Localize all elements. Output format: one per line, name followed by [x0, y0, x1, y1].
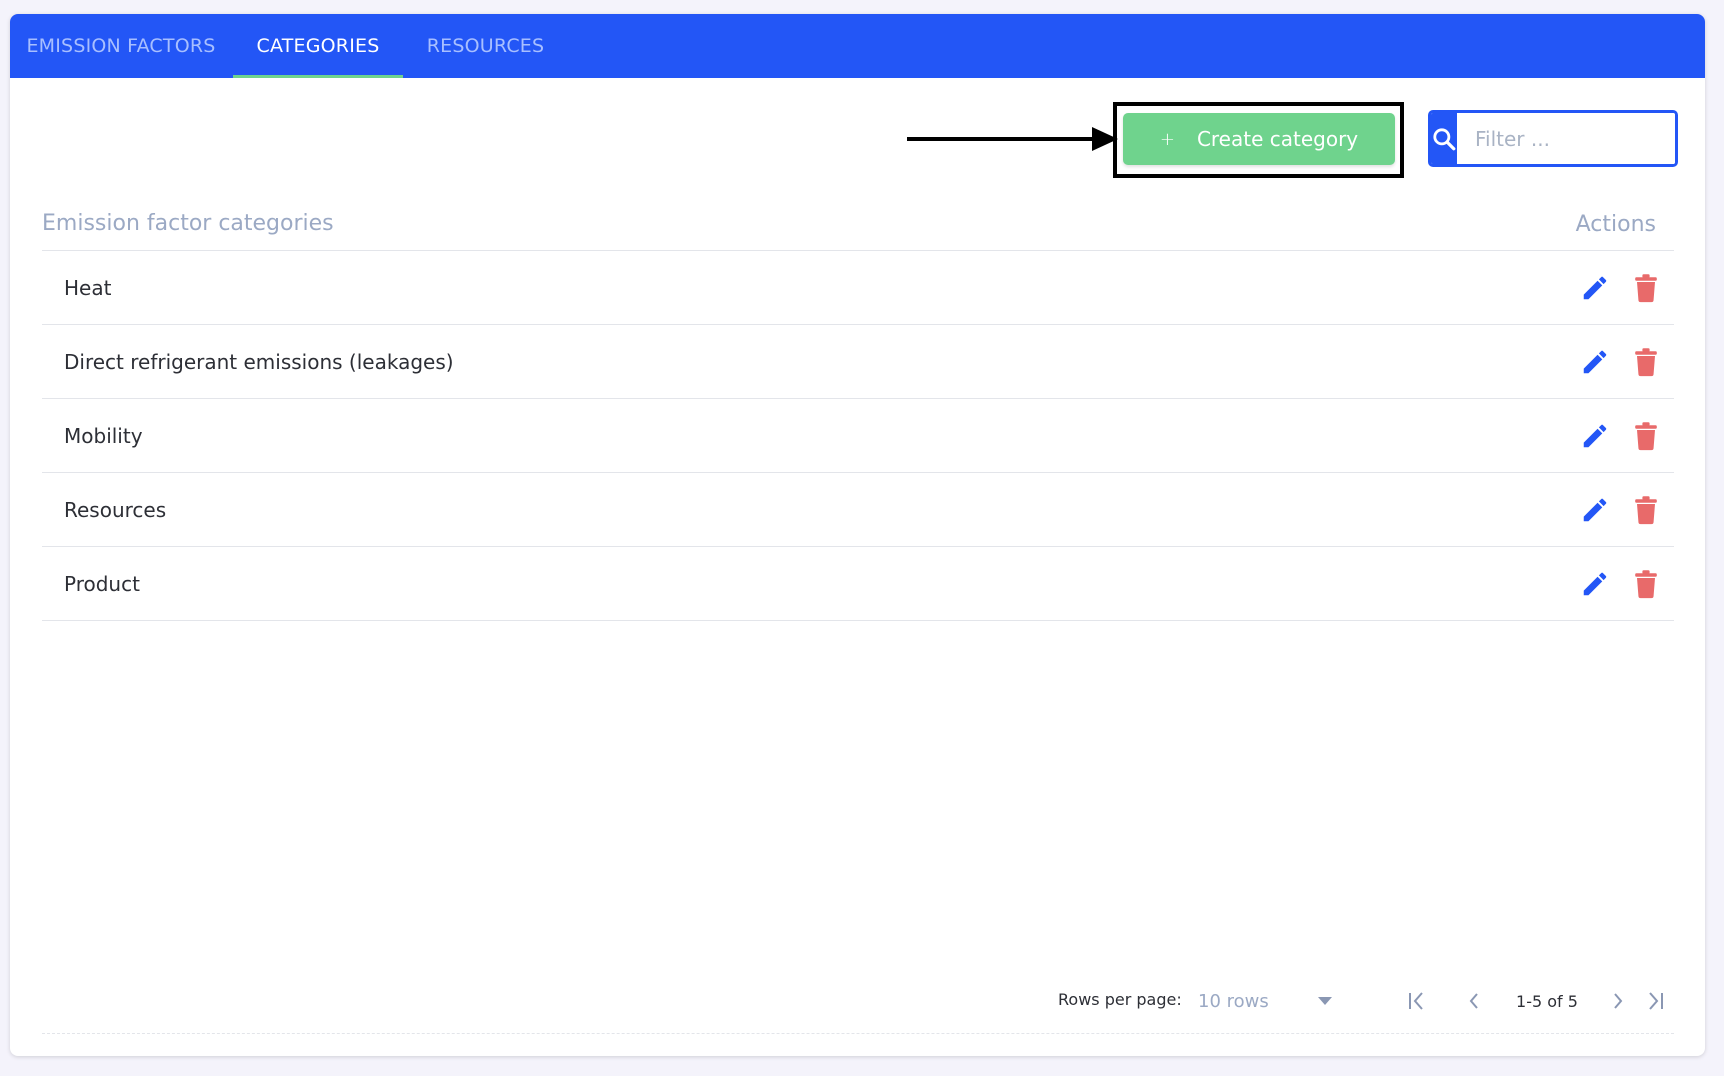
plus-icon: + [1159, 128, 1175, 150]
filter-input[interactable] [1457, 113, 1675, 164]
trash-icon[interactable] [1634, 347, 1658, 377]
edit-icon[interactable] [1580, 273, 1610, 303]
main-card: EMISSION FACTORS CATEGORIES RESOURCES + … [10, 14, 1705, 1056]
rows-per-page-value: 10 rows [1198, 990, 1269, 1012]
edit-icon[interactable] [1580, 495, 1610, 525]
trash-icon[interactable] [1634, 273, 1658, 303]
search-icon[interactable] [1431, 113, 1457, 164]
previous-page-icon[interactable] [1461, 986, 1487, 1016]
rows-per-page-select[interactable]: 10 rows [1198, 986, 1338, 1016]
annotation-arrow-line [907, 137, 1097, 141]
edit-icon[interactable] [1580, 347, 1610, 377]
tab-emission-factors[interactable]: EMISSION FACTORS [21, 14, 221, 78]
table-row: Direct refrigerant emissions (leakages) [42, 325, 1674, 399]
trash-icon[interactable] [1634, 421, 1658, 451]
page-range: 1-5 of 5 [1516, 991, 1578, 1011]
trash-icon[interactable] [1634, 569, 1658, 599]
table-row: Resources [42, 473, 1674, 547]
category-name: Direct refrigerant emissions (leakages) [64, 349, 454, 374]
category-name: Resources [64, 497, 167, 522]
trash-icon[interactable] [1634, 495, 1658, 525]
tab-resources[interactable]: RESOURCES [404, 14, 567, 78]
create-category-label: Create category [1196, 127, 1359, 151]
edit-icon[interactable] [1580, 569, 1610, 599]
caret-down-icon [1318, 997, 1332, 1005]
pagination-bar: Rows per page: 10 rows 1-5 of 5 [42, 974, 1674, 1034]
table-row: Mobility [42, 399, 1674, 473]
table-row: Heat [42, 251, 1674, 325]
filter-field [1428, 110, 1678, 167]
tab-bar: EMISSION FACTORS CATEGORIES RESOURCES [10, 14, 1705, 78]
category-name: Product [64, 571, 140, 596]
table-row: Product [42, 547, 1674, 621]
first-page-icon[interactable] [1402, 986, 1432, 1016]
rows-per-page-label: Rows per page: [1058, 990, 1182, 1009]
category-name: Heat [64, 275, 112, 300]
category-name: Mobility [64, 423, 143, 448]
next-page-icon[interactable] [1605, 986, 1631, 1016]
tab-categories[interactable]: CATEGORIES [233, 14, 403, 78]
last-page-icon[interactable] [1640, 986, 1670, 1016]
create-category-button[interactable]: + Create category [1123, 113, 1395, 165]
edit-icon[interactable] [1580, 421, 1610, 451]
column-header-actions: Actions [1575, 212, 1656, 237]
column-header-categories: Emission factor categories [42, 211, 334, 236]
table-header: Emission factor categories Actions [42, 209, 1674, 251]
